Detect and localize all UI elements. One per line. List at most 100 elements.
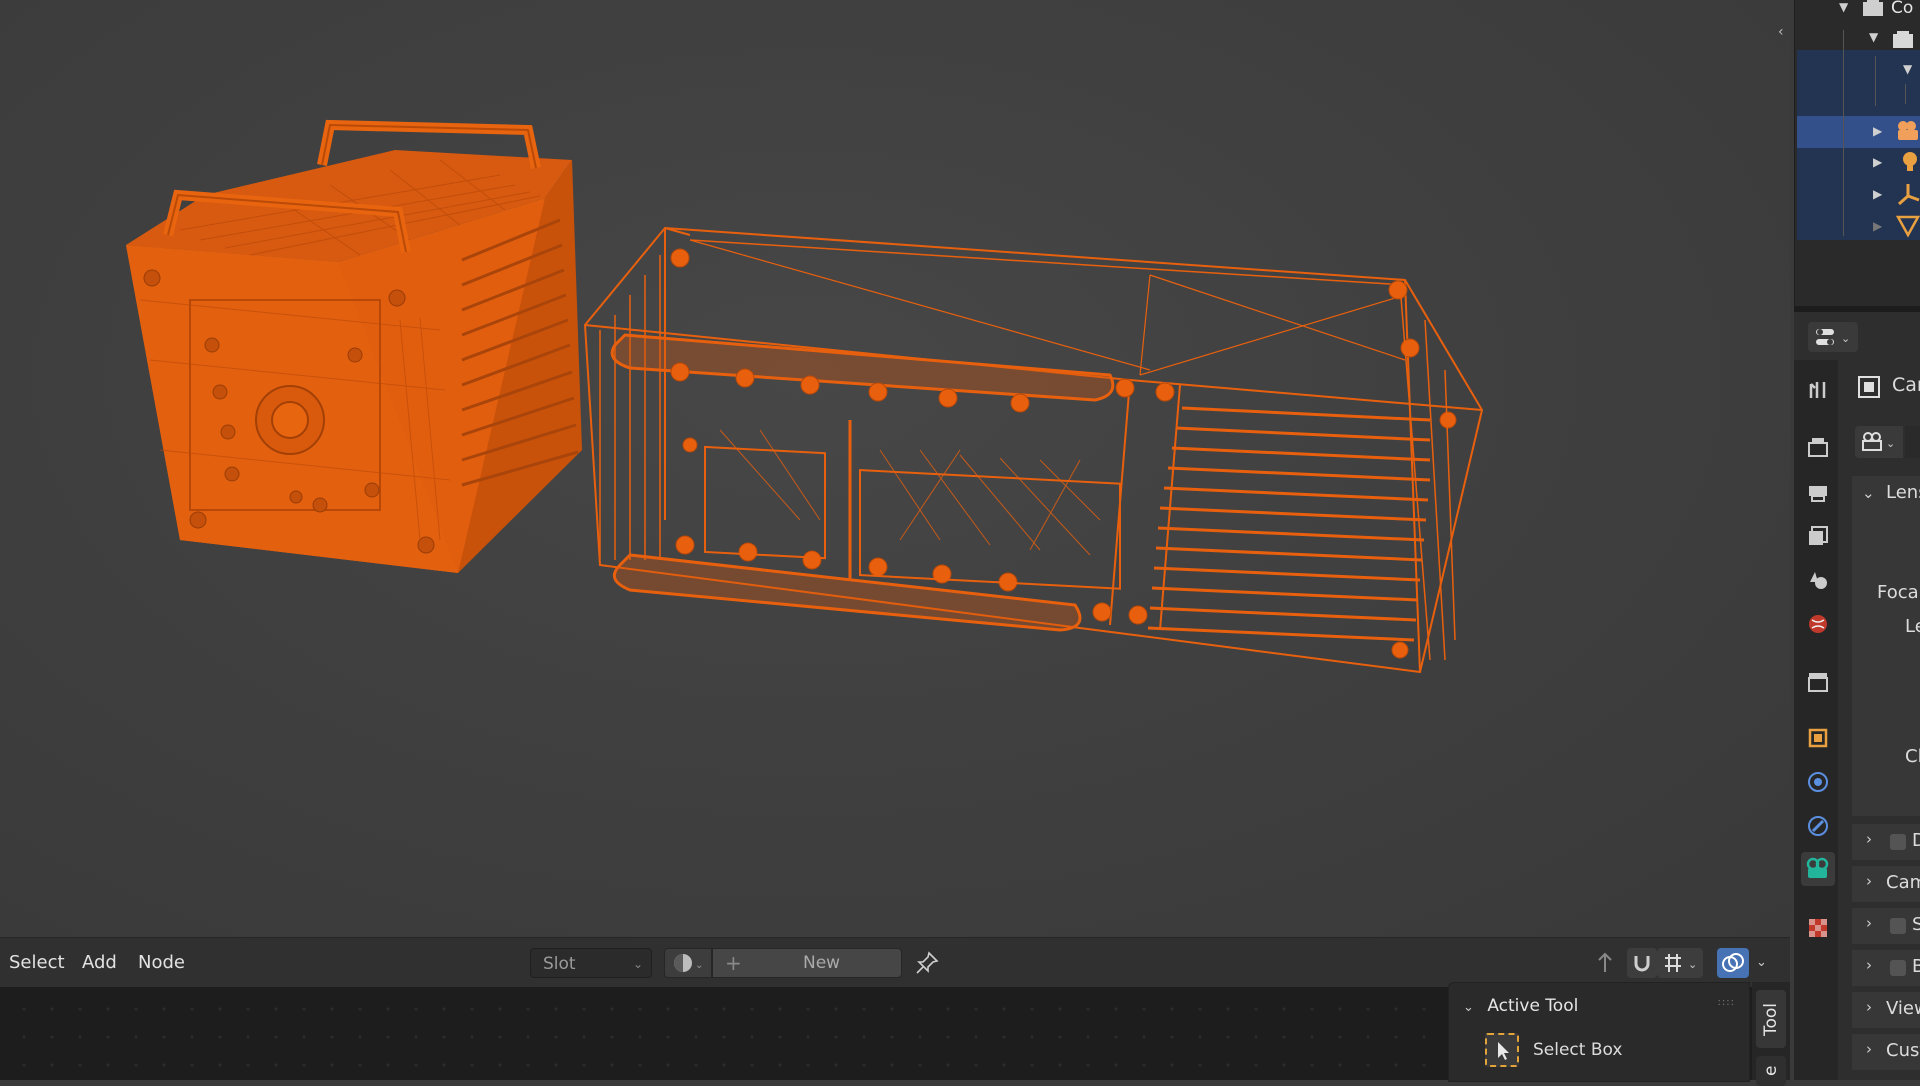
camera-body-wireframe[interactable] xyxy=(126,119,582,573)
menu-select[interactable]: Select xyxy=(9,938,65,988)
section-label: D xyxy=(1912,830,1920,851)
outliner-collection-label[interactable]: Co xyxy=(1891,0,1913,18)
chevron-down-icon: ⌄ xyxy=(1756,955,1767,970)
slot-label: Slot xyxy=(543,954,576,974)
chevron-right-icon[interactable]: › xyxy=(1866,956,1872,974)
svg-text:⌄: ⌄ xyxy=(1688,958,1697,971)
camera-cage-wireframe[interactable] xyxy=(583,226,1484,674)
plus-icon: + xyxy=(725,951,742,975)
outliner: ▼ Co ▼ ▼ ▶ ▶ ▶ ▶ xyxy=(1794,0,1920,306)
output-properties-icon[interactable] xyxy=(1806,480,1830,504)
object-properties-icon[interactable] xyxy=(1806,726,1830,750)
expand-arrow-icon[interactable]: ▶ xyxy=(1873,124,1882,138)
camera-data-name-field[interactable] xyxy=(1905,426,1920,458)
section-label: Cust xyxy=(1886,1040,1920,1061)
clip-label: Cl xyxy=(1905,746,1920,767)
section-label: S xyxy=(1912,914,1920,935)
select-box-label: Select Box xyxy=(1533,1040,1623,1060)
constraints-properties-icon[interactable] xyxy=(1806,814,1830,838)
camera-data-tab[interactable] xyxy=(1801,852,1835,886)
menu-node[interactable]: Node xyxy=(138,938,185,988)
node-editor-header: Select Add Node Slot ⌄ ⌄ + New ⌄ ⌄ xyxy=(0,937,1790,988)
lens-unit-label: Le xyxy=(1905,616,1920,637)
tab-view[interactable]: e xyxy=(1756,1056,1786,1086)
section-label: B xyxy=(1912,956,1920,977)
light-object-icon xyxy=(1903,152,1917,171)
sidebar-tabs: Tool e xyxy=(1752,982,1790,1086)
overlays-dropdown[interactable]: ⌄ xyxy=(1751,948,1773,978)
chevron-right-icon[interactable]: › xyxy=(1866,998,1872,1016)
camera-data-browse[interactable]: ⌄ xyxy=(1855,426,1903,458)
collection-icon xyxy=(1893,31,1913,48)
mesh-object-icon xyxy=(1895,215,1920,238)
material-browse-button[interactable]: ⌄ xyxy=(664,948,712,978)
new-material-button[interactable]: + New xyxy=(712,948,902,978)
tab-tool[interactable]: Tool xyxy=(1756,990,1786,1048)
viewport-scene[interactable] xyxy=(0,0,1790,937)
lens-section-title[interactable]: Lens xyxy=(1886,482,1920,503)
dof-checkbox[interactable] xyxy=(1890,834,1906,850)
tree-line xyxy=(1843,30,1844,236)
section-background-images[interactable] xyxy=(1852,950,1920,986)
object-name[interactable]: Car xyxy=(1892,374,1920,396)
material-sphere-icon: ⌄ xyxy=(674,954,703,972)
render-properties-icon[interactable] xyxy=(1806,435,1830,459)
tree-line xyxy=(1875,56,1876,106)
tool-settings-icon[interactable] xyxy=(1806,378,1830,402)
drag-grip-icon[interactable]: :::: xyxy=(1718,997,1735,1008)
magnet-icon xyxy=(1634,956,1650,972)
object-data-icon xyxy=(1858,376,1880,398)
overlays-toggle[interactable] xyxy=(1717,948,1749,978)
expand-arrow-icon[interactable]: ▶ xyxy=(1873,219,1882,233)
section-safe-areas[interactable] xyxy=(1852,908,1920,944)
world-properties-icon[interactable] xyxy=(1806,612,1830,636)
tree-line xyxy=(1905,84,1906,104)
expand-arrow-icon[interactable]: ▼ xyxy=(1869,30,1878,44)
parent-node-icon[interactable] xyxy=(1590,948,1620,978)
chevron-down-icon: ⌄ xyxy=(632,957,643,971)
svg-text:⌄: ⌄ xyxy=(1841,332,1850,345)
collapse-toolbar-icon[interactable]: ‹ xyxy=(1778,22,1790,42)
chevron-down-icon[interactable]: ⌄ xyxy=(1862,484,1875,502)
slot-dropdown[interactable]: Slot ⌄ xyxy=(530,948,652,978)
editor-type-dropdown[interactable]: ⌄ xyxy=(1808,322,1858,352)
snap-mode-dropdown[interactable]: ⌄ xyxy=(1657,948,1703,978)
chevron-right-icon[interactable]: › xyxy=(1866,830,1872,848)
camera-icon: ⌄ xyxy=(1862,432,1895,451)
new-label: New xyxy=(803,953,841,973)
svg-text:⌄: ⌄ xyxy=(1886,437,1895,450)
section-label: View xyxy=(1886,998,1920,1019)
svg-text:⌄: ⌄ xyxy=(695,960,703,971)
chevron-right-icon[interactable]: › xyxy=(1866,1040,1872,1058)
chevron-right-icon[interactable]: › xyxy=(1866,872,1872,890)
scene-properties-icon[interactable] xyxy=(1806,568,1830,592)
safe-areas-checkbox[interactable] xyxy=(1890,918,1906,934)
view-layer-icon[interactable] xyxy=(1806,524,1830,548)
physics-properties-icon[interactable] xyxy=(1806,770,1830,794)
texture-properties-icon[interactable] xyxy=(1806,916,1830,940)
expand-arrow-icon[interactable]: ▼ xyxy=(1839,0,1848,14)
collection-properties-icon[interactable] xyxy=(1806,670,1830,694)
chevron-down-icon: ⌄ xyxy=(1463,1000,1474,1015)
grid-snap-icon: ⌄ xyxy=(1665,954,1697,972)
active-tool-header[interactable]: ⌄ Active Tool xyxy=(1463,991,1578,1021)
active-tool-title: Active Tool xyxy=(1487,996,1579,1016)
camera-object-icon xyxy=(1898,121,1918,140)
select-box-tool-icon[interactable] xyxy=(1485,1033,1519,1067)
expand-arrow-icon[interactable]: ▶ xyxy=(1873,155,1882,169)
menu-add[interactable]: Add xyxy=(82,938,117,988)
background-images-checkbox[interactable] xyxy=(1890,960,1906,976)
overlays-icon xyxy=(1722,953,1744,972)
section-dof[interactable] xyxy=(1852,824,1920,860)
pin-icon[interactable] xyxy=(914,950,940,976)
properties-editor-icon: ⌄ xyxy=(1816,329,1850,345)
expand-arrow-icon[interactable]: ▶ xyxy=(1873,187,1882,201)
expand-arrow-icon[interactable]: ▼ xyxy=(1903,62,1912,76)
chevron-right-icon[interactable]: › xyxy=(1866,914,1872,932)
section-label: Cam xyxy=(1886,872,1920,893)
3d-viewport[interactable] xyxy=(0,0,1790,937)
empty-axes-icon xyxy=(1898,184,1920,206)
properties-tabs xyxy=(1794,360,1838,1080)
camera-data-icon xyxy=(1806,857,1829,878)
snap-toggle[interactable] xyxy=(1627,948,1657,978)
